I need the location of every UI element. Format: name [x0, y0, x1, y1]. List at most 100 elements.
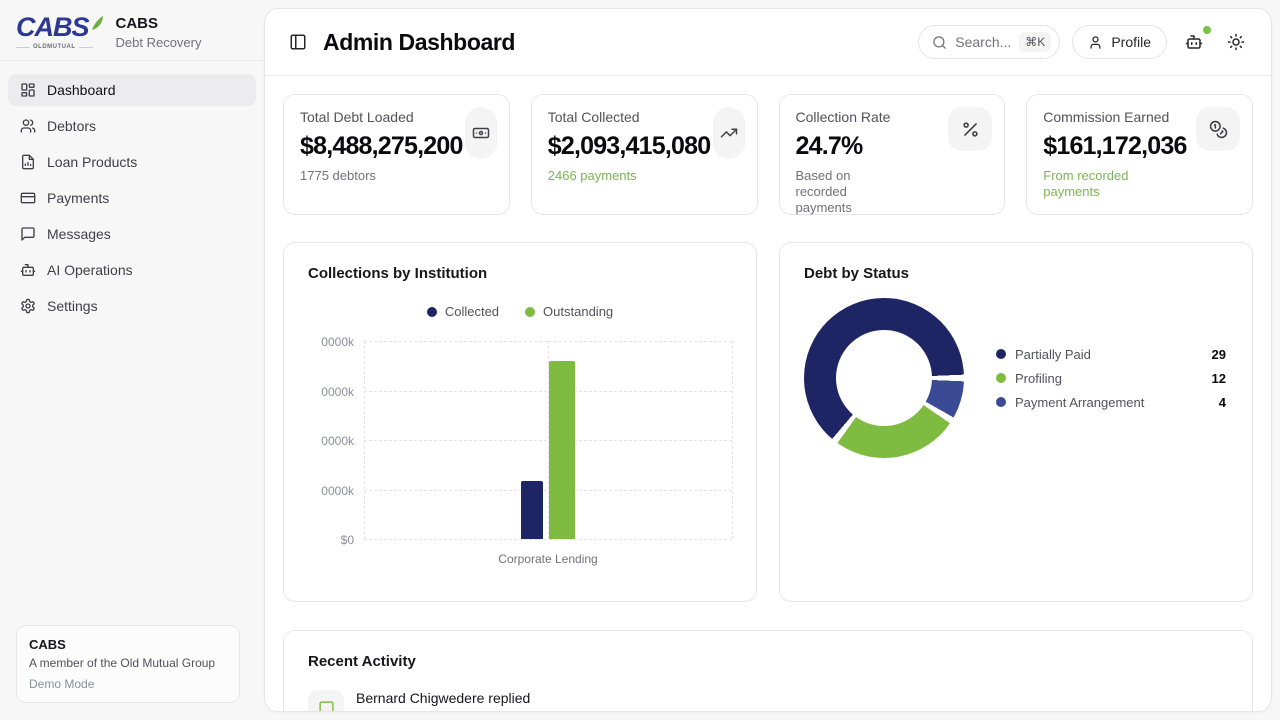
sidebar-footer-card: CABS A member of the Old Mutual Group De… [16, 625, 240, 703]
activity-title: Bernard Chigwedere replied [356, 690, 530, 706]
y-tick: 0000k [308, 385, 354, 399]
donut-hole [836, 330, 932, 426]
stat-card-commission-earned: Commission Earned $161,172,036 From reco… [1026, 94, 1253, 215]
legend-label: Partially Paid [1015, 347, 1091, 362]
coins-icon [1196, 107, 1240, 151]
legend-value: 29 [1212, 347, 1226, 362]
credit-card-icon [20, 190, 36, 206]
stat-subtext: 1775 debtors [300, 168, 493, 184]
legend-label: Collected [445, 304, 499, 319]
sidebar-item-payments[interactable]: Payments [8, 182, 256, 214]
sidebar-item-label: Messages [47, 226, 111, 242]
logo-tagline: OLDMUTUAL [16, 44, 104, 50]
leaf-swoosh-icon [90, 15, 104, 31]
search-icon [932, 35, 947, 50]
partially-paid-dot [996, 349, 1006, 359]
legend-row-profiling: Profiling 12 [996, 371, 1226, 386]
app-name: CABS [116, 15, 202, 32]
stat-value: $8,488,275,200 [300, 132, 493, 161]
x-axis-category: Corporate Lending [364, 552, 732, 566]
search-input[interactable]: Search... ⌘K [918, 25, 1060, 59]
legend-value: 4 [1219, 395, 1226, 410]
stat-subtext: Based on recorded payments [796, 168, 956, 216]
search-shortcut-badge: ⌘K [1019, 32, 1051, 52]
theme-toggle-button[interactable] [1221, 27, 1251, 57]
stat-card-collection-rate: Collection Rate 24.7% Based on recorded … [779, 94, 1006, 215]
sidebar-nav: Dashboard Debtors Loan Products Payments… [0, 61, 264, 335]
sidebar-item-label: Loan Products [47, 154, 137, 170]
profile-button[interactable]: Profile [1072, 25, 1167, 59]
sidebar-item-settings[interactable]: Settings [8, 290, 256, 322]
stat-subtext: 2466 payments [548, 168, 741, 184]
ai-assistant-button[interactable] [1179, 27, 1209, 57]
y-tick: 0000k [308, 484, 354, 498]
bot-icon [20, 262, 36, 278]
y-tick: $0 [308, 533, 354, 547]
activity-item[interactable]: Bernard Chigwedere replied EMAIL · 5 Dec… [308, 690, 1228, 712]
footer-membership: A member of the Old Mutual Group [29, 656, 227, 670]
chart-title: Debt by Status [804, 265, 1228, 282]
main-panel: Admin Dashboard Search... ⌘K Profile [264, 8, 1272, 712]
profile-label: Profile [1111, 34, 1151, 50]
page-title: Admin Dashboard [323, 29, 515, 56]
payment-arrangement-dot [996, 397, 1006, 407]
sidebar-item-messages[interactable]: Messages [8, 218, 256, 250]
collected-bar[interactable] [521, 481, 543, 539]
users-icon [20, 118, 36, 134]
banknote-icon [465, 107, 497, 159]
sidebar-item-loan-products[interactable]: Loan Products [8, 146, 256, 178]
recent-activity-card: Recent Activity Bernard Chigwedere repli… [283, 630, 1253, 712]
stat-value: $2,093,415,080 [548, 132, 741, 161]
collections-by-institution-card: Collections by Institution Collected Out… [283, 242, 757, 602]
stats-row: Total Debt Loaded $8,488,275,200 1775 de… [283, 94, 1253, 215]
sidebar-item-label: AI Operations [47, 262, 133, 278]
logo-text: CABS [16, 14, 89, 41]
activity-meta: EMAIL · 5 Dec 2024 [356, 710, 530, 712]
file-chart-icon [20, 154, 36, 170]
bar-chart: 0000k 0000k 0000k 0000k $0 Corporate Len… [308, 341, 732, 566]
message-square-icon [308, 690, 344, 712]
donut-legend: Partially Paid 29 Profiling 12 Payment A… [996, 347, 1228, 410]
stat-subtext: From recorded payments [1043, 168, 1236, 200]
profiling-dot [996, 373, 1006, 383]
bar-chart-legend: Collected Outstanding [308, 304, 732, 319]
legend-row-payment-arrangement: Payment Arrangement 4 [996, 395, 1226, 410]
legend-row-partially-paid: Partially Paid 29 [996, 347, 1226, 362]
debt-by-status-card: Debt by Status Partially Paid 29 P [779, 242, 1253, 602]
sun-icon [1227, 33, 1245, 51]
demo-mode-label: Demo Mode [29, 677, 227, 691]
chart-title: Collections by Institution [308, 265, 732, 282]
online-status-dot [1203, 26, 1211, 34]
app-subtitle: Debt Recovery [116, 35, 202, 50]
sidebar-item-label: Debtors [47, 118, 96, 134]
panel-left-icon [289, 33, 307, 51]
sidebar-item-label: Payments [47, 190, 109, 206]
section-title: Recent Activity [308, 653, 1228, 670]
outstanding-bar[interactable] [549, 361, 575, 539]
user-icon [1088, 35, 1103, 50]
sidebar-item-dashboard[interactable]: Dashboard [8, 74, 256, 106]
page-header: Admin Dashboard Search... ⌘K Profile [265, 9, 1271, 76]
sidebar-item-debtors[interactable]: Debtors [8, 110, 256, 142]
debt-status-donut[interactable] [804, 298, 964, 458]
outstanding-legend-dot [525, 307, 535, 317]
cabs-logo: CABS OLDMUTUAL [16, 14, 104, 50]
stat-card-total-debt-loaded: Total Debt Loaded $8,488,275,200 1775 de… [283, 94, 510, 215]
sidebar-item-ai-operations[interactable]: AI Operations [8, 254, 256, 286]
legend-label: Payment Arrangement [1015, 395, 1144, 410]
trending-up-icon [713, 107, 745, 159]
stat-card-total-collected: Total Collected $2,093,415,080 2466 paym… [531, 94, 758, 215]
sidebar-toggle-button[interactable] [283, 27, 313, 57]
bot-icon [1185, 33, 1203, 51]
y-tick: 0000k [308, 434, 354, 448]
message-square-icon [20, 226, 36, 242]
footer-title: CABS [29, 637, 227, 652]
y-tick: 0000k [308, 335, 354, 349]
legend-label: Profiling [1015, 371, 1062, 386]
legend-label: Outstanding [543, 304, 613, 319]
sidebar: CABS OLDMUTUAL CABS Debt Recovery Dashbo… [0, 0, 264, 720]
stat-label: Total Debt Loaded [300, 109, 493, 125]
percent-icon [948, 107, 992, 151]
gear-icon [20, 298, 36, 314]
sidebar-item-label: Settings [47, 298, 98, 314]
